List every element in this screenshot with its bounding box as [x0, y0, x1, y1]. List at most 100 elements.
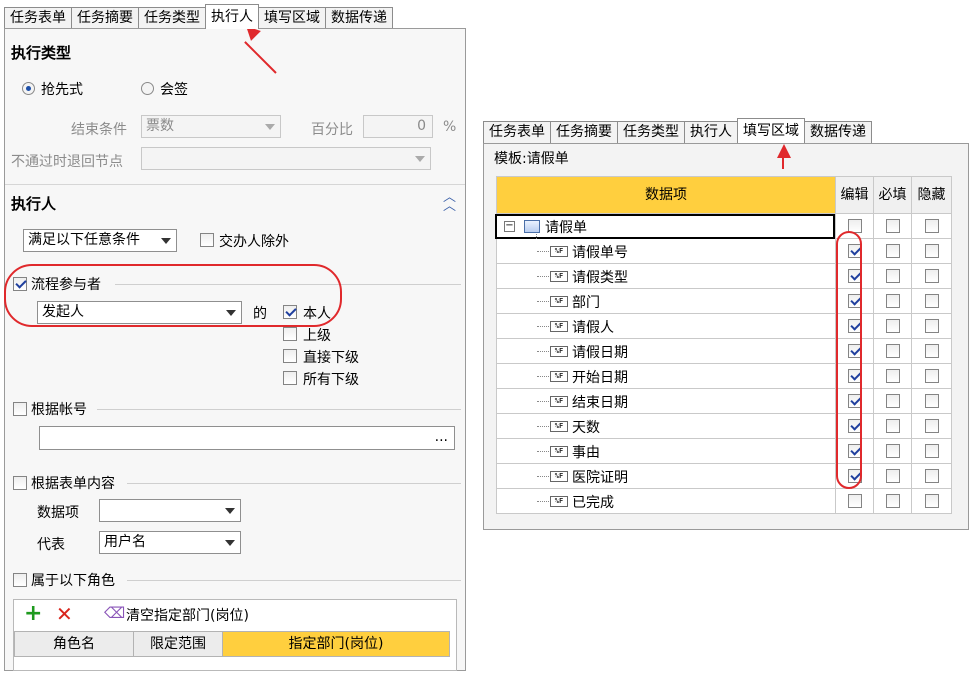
radio-countersign-label: 会签 — [160, 82, 188, 98]
reject-node-select[interactable] — [141, 147, 431, 170]
required-checkbox[interactable] — [886, 494, 900, 508]
tree-line — [537, 401, 549, 402]
collapse-toggle-icon[interactable]: − — [504, 221, 515, 232]
right-tabbar: 任务表单 任务摘要 任务类型 执行人 填写区域 数据传递 — [483, 118, 872, 143]
tab-task-summary[interactable]: 任务摘要 — [71, 7, 139, 29]
exclude-delegator-checkbox[interactable] — [200, 233, 214, 247]
field-name: 请假单号 — [572, 245, 628, 261]
required-checkbox[interactable] — [886, 394, 900, 408]
condition-select[interactable]: 满足以下任意条件 — [23, 229, 177, 252]
executor-title: 执行人 — [11, 195, 57, 213]
end-condition-select[interactable]: 票数 — [141, 115, 281, 138]
chevron-down-icon — [415, 156, 425, 162]
field-icon: %F — [550, 496, 568, 507]
hidden-checkbox[interactable] — [925, 394, 939, 408]
by-account-checkbox[interactable] — [13, 402, 27, 416]
required-checkbox[interactable] — [886, 269, 900, 283]
double-chevron-up-icon[interactable]: ︿ ︿ — [443, 191, 456, 213]
direct-subordinate-checkbox[interactable] — [283, 349, 297, 363]
root-hidden-checkbox[interactable] — [925, 219, 939, 233]
all-subordinates-checkbox[interactable] — [283, 371, 297, 385]
annotation-oval — [836, 231, 862, 489]
tab-task-form[interactable]: 任务表单 — [4, 7, 72, 29]
represent-label: 代表 — [37, 537, 65, 553]
tab-fill-area[interactable]: 填写区域 — [258, 7, 326, 29]
required-checkbox[interactable] — [886, 294, 900, 308]
delete-icon[interactable]: ✕ — [56, 602, 73, 626]
hidden-checkbox[interactable] — [925, 344, 939, 358]
hidden-checkbox[interactable] — [925, 419, 939, 433]
chevron-down-icon — [225, 540, 235, 546]
tab-task-type[interactable]: 任务类型 — [138, 7, 206, 29]
hidden-checkbox[interactable] — [925, 294, 939, 308]
field-name: 请假人 — [572, 320, 614, 336]
edit-header[interactable]: 编辑 — [836, 176, 874, 214]
represent-select[interactable]: 用户名 — [99, 531, 241, 554]
tree-root-label: 请假单 — [545, 220, 587, 236]
hidden-checkbox[interactable] — [925, 494, 939, 508]
required-checkbox[interactable] — [886, 444, 900, 458]
edit-checkbox[interactable] — [848, 494, 862, 508]
template-label: 模板:请假单 — [494, 151, 569, 167]
hidden-header[interactable]: 隐藏 — [912, 176, 952, 214]
tree-line — [537, 276, 549, 277]
tab-executor[interactable]: 执行人 — [684, 121, 738, 143]
role-name-header[interactable]: 角色名 — [14, 631, 134, 657]
required-checkbox[interactable] — [886, 369, 900, 383]
clear-dept-button[interactable]: 清空指定部门(岗位) — [126, 605, 249, 625]
exec-type-title: 执行类型 — [11, 44, 72, 62]
field-icon: %F — [550, 246, 568, 257]
required-checkbox[interactable] — [886, 344, 900, 358]
exclude-delegator-label: 交办人除外 — [219, 234, 289, 250]
superior-checkbox[interactable] — [283, 327, 297, 341]
hidden-checkbox[interactable] — [925, 269, 939, 283]
tab-executor[interactable]: 执行人 — [205, 4, 259, 29]
superior-label: 上级 — [303, 328, 331, 344]
tree-line — [537, 451, 549, 452]
fill-area-panel: 任务表单 任务摘要 任务类型 执行人 填写区域 数据传递 模板:请假单 数据项 … — [483, 118, 969, 530]
add-icon[interactable]: + — [24, 601, 42, 626]
percent-input[interactable]: 0 — [363, 115, 433, 138]
form-icon — [524, 220, 540, 233]
eraser-icon[interactable]: ⌫ — [104, 604, 125, 622]
required-checkbox[interactable] — [886, 244, 900, 258]
data-item-header[interactable]: 数据项 — [496, 176, 836, 214]
hidden-checkbox[interactable] — [925, 444, 939, 458]
field-name: 医院证明 — [572, 470, 628, 486]
annotation-arrowhead — [777, 144, 791, 158]
required-checkbox[interactable] — [886, 419, 900, 433]
hidden-checkbox[interactable] — [925, 319, 939, 333]
hidden-checkbox[interactable] — [925, 369, 939, 383]
all-subordinates-label: 所有下级 — [303, 372, 359, 388]
account-browse-button[interactable]: ... — [435, 427, 448, 448]
required-header[interactable]: 必填 — [874, 176, 912, 214]
field-icon: %F — [550, 271, 568, 282]
scope-header[interactable]: 限定范围 — [133, 631, 223, 657]
assigned-dept-header[interactable]: 指定部门(岗位) — [222, 631, 450, 657]
by-form-checkbox[interactable] — [13, 476, 27, 490]
root-required-checkbox[interactable] — [886, 219, 900, 233]
tree-line — [537, 476, 549, 477]
by-role-checkbox[interactable] — [13, 573, 27, 587]
role-grid: + ✕ ⌫ 清空指定部门(岗位) 角色名 限定范围 指定部门(岗位) — [13, 599, 457, 671]
field-icon: %F — [550, 446, 568, 457]
executor-settings-panel: 任务表单 任务摘要 任务类型 执行人 填写区域 数据传递 执行类型 抢先式 会签… — [0, 0, 470, 673]
data-item-select[interactable] — [99, 499, 241, 522]
hidden-checkbox[interactable] — [925, 244, 939, 258]
tab-data-transfer[interactable]: 数据传递 — [325, 7, 393, 29]
condition-value: 满足以下任意条件 — [28, 232, 140, 248]
tab-task-form[interactable]: 任务表单 — [483, 121, 551, 143]
radio-countersign[interactable] — [141, 82, 154, 95]
tab-data-transfer[interactable]: 数据传递 — [804, 121, 872, 143]
radio-preempt[interactable] — [22, 82, 35, 95]
required-checkbox[interactable] — [886, 319, 900, 333]
tab-fill-area[interactable]: 填写区域 — [737, 118, 805, 143]
group-divider — [127, 483, 461, 484]
chevron-down-icon — [161, 238, 171, 244]
account-input[interactable]: ... — [39, 426, 455, 450]
tree-line — [537, 326, 549, 327]
required-checkbox[interactable] — [886, 469, 900, 483]
tab-task-type[interactable]: 任务类型 — [617, 121, 685, 143]
hidden-checkbox[interactable] — [925, 469, 939, 483]
tab-task-summary[interactable]: 任务摘要 — [550, 121, 618, 143]
